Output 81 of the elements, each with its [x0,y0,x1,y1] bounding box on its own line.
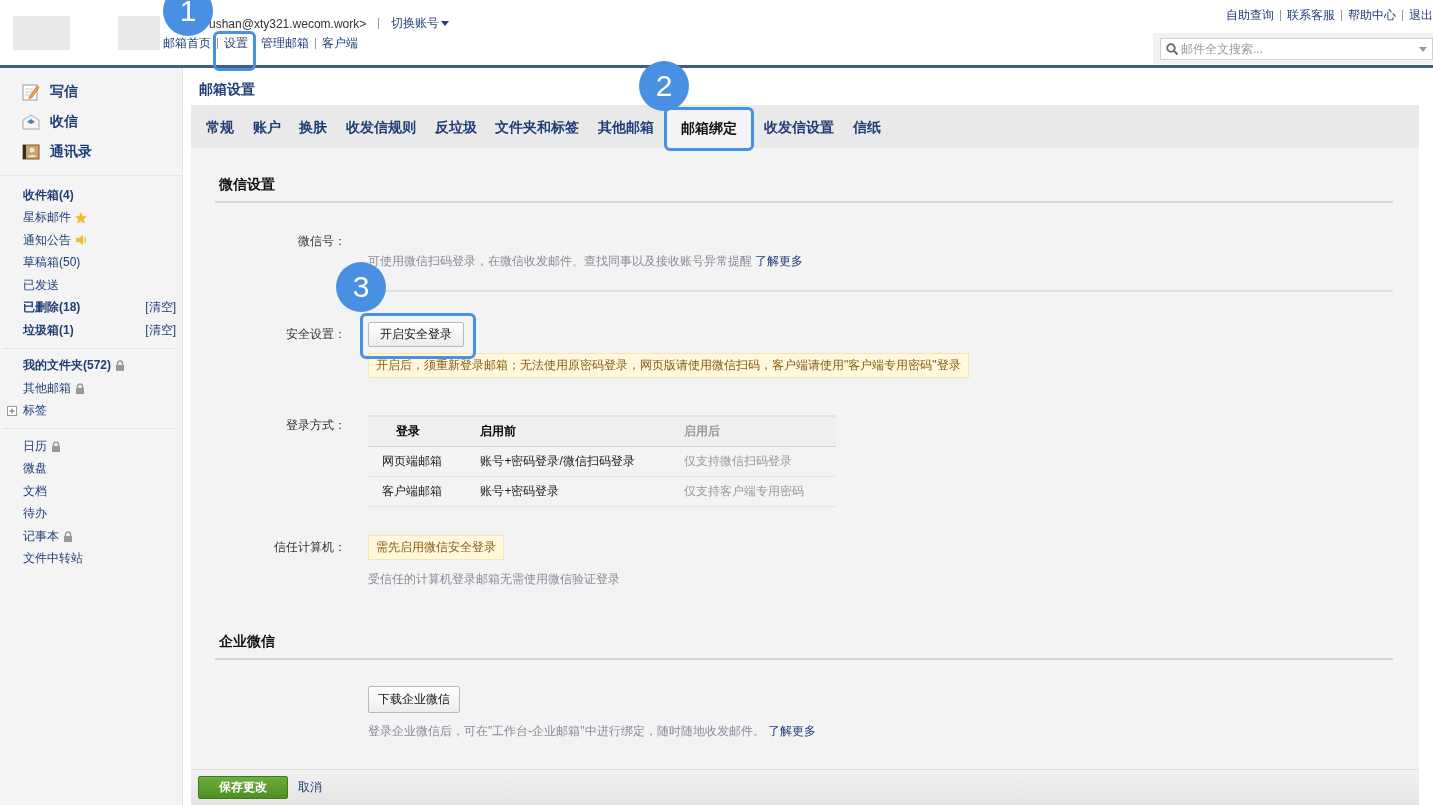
hint-text: 受信任的计算机登录邮箱无需使用微信验证登录 [368,571,621,588]
table-cell: 账号+密码登录/微信扫码登录 [466,446,671,477]
sidebar-action[interactable]: 收信 [0,107,182,137]
folder-link[interactable]: 通知公告 [23,231,71,249]
settings-tab[interactable]: 账户 [243,111,291,145]
settings-tab[interactable]: 信纸 [843,111,891,145]
nav-link[interactable]: 客户端 [322,35,358,52]
speaker-icon [75,234,87,247]
nav-link[interactable]: 管理邮箱 [261,35,309,52]
star-icon [75,211,87,224]
settings-tab[interactable]: 反垃圾 [425,111,486,145]
sidebar-action[interactable]: 通讯录 [0,137,182,167]
download-button[interactable]: 下载企业微信 [368,686,460,713]
learn-more-link[interactable]: 了解更多 [755,254,804,268]
lock-icon [63,530,73,542]
account-address: ushan@xty321.wecom.work> [209,16,367,31]
folder-link[interactable]: 收件箱(4) [23,186,74,204]
settings-tab[interactable]: 常规 [197,111,244,145]
field-label: 安全设置： [285,326,346,343]
settings-tab[interactable]: 收发信规则 [336,111,426,145]
settings-tab[interactable]: 换肤 [290,111,337,145]
folder-link[interactable]: 标签 [23,402,47,420]
nav-link[interactable]: 邮箱首页 [163,35,211,52]
warning-notice: 开启后，须重新登录邮箱；无法使用原密码登录，网页版请使用微信扫码，客户端请使用"客户端专用密码"登录 [368,353,969,378]
folder-link[interactable]: 已发送 [23,276,59,294]
field-label: 登录方式： [285,417,346,434]
field-label: 信任计算机： [273,539,346,556]
folder-link[interactable]: 已删除(18) [23,299,81,317]
search-icon [1166,43,1178,55]
caret-icon [1419,47,1427,52]
warning-notice: 需先启用微信安全登录 [368,535,504,560]
table-cell: 网页端邮箱 [368,446,467,477]
column-header: 启用前 [466,416,671,447]
folder-link[interactable]: 草稿箱(50) [23,254,81,272]
settings-tab[interactable]: 收发信设置 [755,111,844,145]
folder-link[interactable]: 日历 [23,437,47,455]
enable-secure-login-button[interactable]: 开启安全登录 [368,322,464,347]
folder-link[interactable]: 星标邮件 [23,209,71,227]
folder-link[interactable]: 记事本 [23,527,59,545]
top-link[interactable]: 帮助中心 [1348,7,1396,24]
caret-icon [441,21,450,26]
envelope-icon [22,113,40,131]
expand-icon[interactable] [7,405,17,416]
column-header: 启用后 [670,416,836,447]
folder-link[interactable]: 文档 [23,482,47,500]
lock-icon [51,440,61,452]
top-link[interactable]: 退出 [1409,7,1433,24]
top-link[interactable]: 联系客服 [1287,7,1335,24]
settings-tab[interactable]: 邮箱绑定 [667,110,752,148]
top-link[interactable]: 自助查询 [1226,7,1274,24]
search-field[interactable]: 邮件全文搜索... [1160,38,1433,60]
folder-link[interactable]: 微盘 [23,460,47,478]
cancel-link[interactable]: 取消 [298,779,322,796]
folder-link[interactable]: 文件中转站 [23,550,83,568]
table-cell: 客户端邮箱 [368,476,467,507]
clear-link[interactable]: [清空] [145,321,176,339]
table-cell: 账号+密码登录 [466,476,671,507]
table-cell: 仅支持微信扫码登录 [670,446,836,477]
settings-tab[interactable]: 其他邮箱 [588,111,664,145]
learn-more-link[interactable]: 了解更多 [767,724,816,738]
clear-link[interactable]: [清空] [145,299,176,317]
hint-text: 登录企业微信后，可在"工作台-企业邮箱"中进行绑定，随时随地收发邮件。 了解更多 [368,723,817,740]
folder-link[interactable]: 垃圾箱(1) [23,321,74,339]
address-book-icon [22,143,40,161]
page-title: 邮箱设置 [199,81,255,99]
folder-link[interactable]: 待办 [23,505,47,523]
switch-account-link[interactable]: 切换账号 [391,15,450,32]
lock-icon [75,382,85,394]
section-title: 企业微信 [215,633,1393,660]
highlight-frame [213,31,256,71]
nav-link[interactable]: 设置 [224,35,248,52]
notepad-pencil-icon [22,83,40,101]
lock-icon [115,360,125,372]
table-cell: 仅支持客户端专用密码 [670,476,836,507]
field-label: 微信号： [297,233,346,250]
folder-link[interactable]: 其他邮箱 [23,379,71,397]
folder-link[interactable]: 我的文件夹(572) [23,357,111,375]
settings-tab[interactable]: 文件夹和标签 [485,111,589,145]
column-header: 登录 [368,416,467,447]
sidebar-action[interactable]: 写信 [0,77,182,107]
section-title: 微信设置 [215,176,1393,203]
